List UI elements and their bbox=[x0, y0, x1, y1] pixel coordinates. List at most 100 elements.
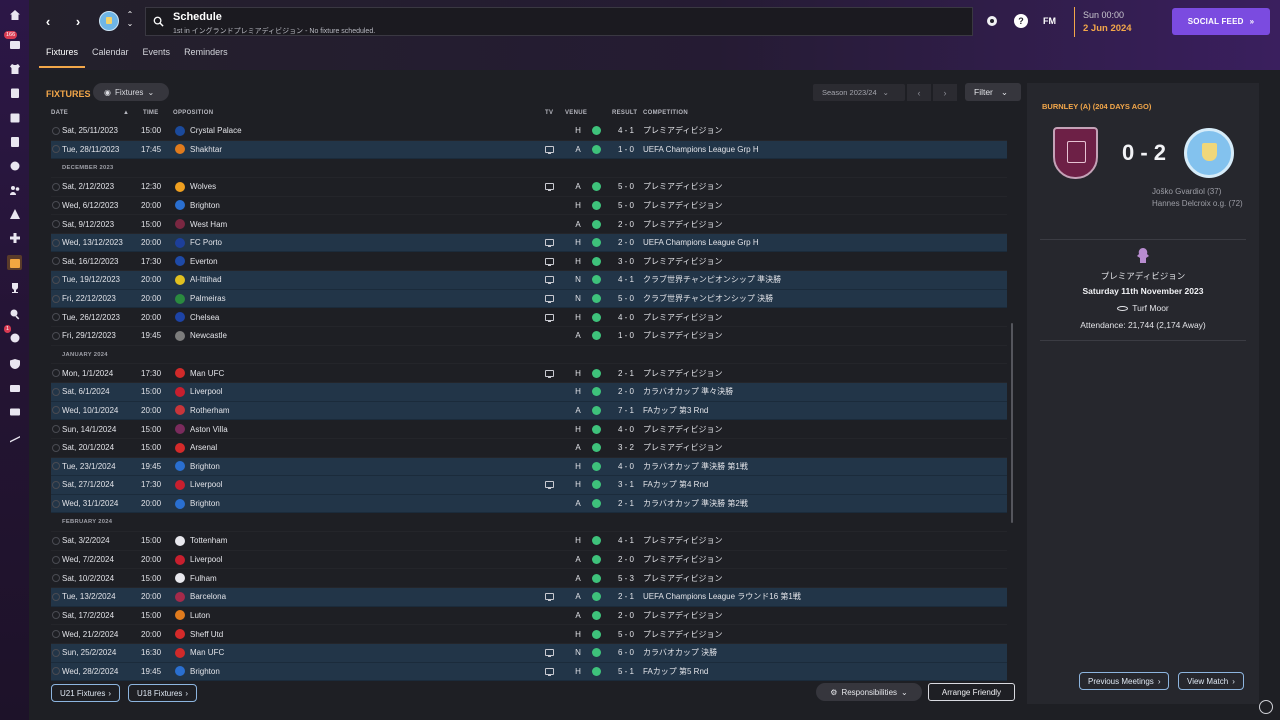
fixture-row[interactable]: Fri, 29/12/2023 19:45 Newcastle A 1 - 0 プレミアデ… bbox=[51, 327, 1007, 346]
opponent-name[interactable]: Man UFC bbox=[190, 369, 224, 378]
sort-arrow-icon[interactable]: ▲ bbox=[123, 110, 129, 116]
fixture-competition[interactable]: カラバオカップ 準決勝 第2戦 bbox=[643, 498, 748, 509]
opponent-name[interactable]: Liverpool bbox=[190, 480, 222, 489]
fixture-row[interactable]: Sat, 16/12/2023 17:30 Everton H 3 - 0 プレミアディビ… bbox=[51, 252, 1007, 272]
opponent-name[interactable]: Liverpool bbox=[190, 387, 222, 396]
row-select-circle[interactable] bbox=[52, 443, 60, 452]
opponent-name[interactable]: Chelsea bbox=[190, 313, 219, 322]
fixture-competition[interactable]: クラブ世界チャンピオンシップ 決勝 bbox=[643, 293, 773, 304]
fixture-competition[interactable]: クラブ世界チャンピオンシップ 準決勝 bbox=[643, 274, 781, 285]
fixture-result[interactable]: 2 - 1 bbox=[614, 592, 638, 601]
row-select-circle[interactable] bbox=[52, 182, 60, 191]
fixture-competition[interactable]: プレミアディビジョン bbox=[643, 554, 722, 565]
opponent-name[interactable]: Tottenham bbox=[190, 536, 227, 545]
fixture-row[interactable]: Tue, 19/12/2023 20:00 Al-Ittihad N 4 - 1 クラブ世… bbox=[51, 271, 1007, 290]
fixture-row[interactable]: Sat, 3/2/2024 15:00 Tottenham H 4 - 1 プレミアディビ… bbox=[51, 532, 1007, 551]
row-select-circle[interactable] bbox=[52, 555, 60, 564]
fixture-row[interactable]: Wed, 7/2/2024 20:00 Liverpool A 2 - 0 プレミアディビ… bbox=[51, 551, 1007, 570]
col-result[interactable]: RESULT bbox=[612, 110, 637, 116]
season-next-button[interactable]: › bbox=[933, 84, 957, 101]
fixture-result[interactable]: 5 - 0 bbox=[614, 201, 638, 210]
fixture-result[interactable]: 6 - 0 bbox=[614, 648, 638, 657]
row-select-circle[interactable] bbox=[52, 667, 60, 676]
social-feed-button[interactable]: SOCIAL FEED » bbox=[1172, 8, 1270, 35]
fixture-result[interactable]: 4 - 1 bbox=[614, 126, 638, 135]
clipboard-icon[interactable] bbox=[7, 85, 22, 100]
u21-fixtures-button[interactable]: U21 Fixtures › bbox=[51, 684, 121, 702]
finances-icon[interactable] bbox=[7, 380, 22, 395]
opponent-name[interactable]: Palmeiras bbox=[190, 294, 226, 303]
fixture-row[interactable]: Wed, 28/2/2024 19:45 Brighton H 5 - 1 FAカップ 第… bbox=[51, 662, 1007, 682]
fixture-competition[interactable]: カラバオカップ 準々決勝 bbox=[643, 386, 733, 397]
row-select-circle[interactable] bbox=[52, 220, 60, 229]
tab-events[interactable]: Events bbox=[136, 46, 178, 68]
club-switch-arrows-icon[interactable]: ⌃ ⌄ bbox=[124, 10, 136, 32]
col-tv[interactable]: TV bbox=[545, 110, 553, 116]
burnley-crest[interactable] bbox=[1053, 127, 1098, 179]
club-info-icon[interactable] bbox=[7, 356, 22, 371]
fixture-row[interactable]: Wed, 6/12/2023 20:00 Brighton H 5 - 0 プレミアディビ… bbox=[51, 197, 1007, 216]
world-icon[interactable] bbox=[985, 14, 999, 28]
fixture-row[interactable]: Sat, 9/12/2023 15:00 West Ham A 2 - 0 プレミアディビ… bbox=[51, 215, 1007, 234]
filter-button[interactable]: Filter ⌄ bbox=[965, 83, 1021, 101]
opponent-name[interactable]: FC Porto bbox=[190, 238, 222, 247]
opponent-name[interactable]: West Ham bbox=[190, 220, 227, 229]
fixture-result[interactable]: 5 - 0 bbox=[614, 294, 638, 303]
fixture-row[interactable]: Wed, 10/1/2024 20:00 Rotherham A 7 - 1 FAカップ … bbox=[51, 401, 1007, 421]
col-date[interactable]: DATE bbox=[51, 110, 68, 116]
staff-icon[interactable] bbox=[7, 182, 22, 197]
row-select-circle[interactable] bbox=[52, 406, 60, 415]
opponent-name[interactable]: Brighton bbox=[190, 201, 220, 210]
title-bar[interactable]: Schedule 1st in イングランドプレミアディビジョン - No fi… bbox=[145, 7, 973, 36]
col-time[interactable]: TIME bbox=[143, 110, 159, 116]
fixture-result[interactable]: 7 - 1 bbox=[614, 406, 638, 415]
fixture-competition[interactable]: プレミアディビジョン bbox=[643, 535, 722, 546]
fixture-row[interactable]: Wed, 13/12/2023 20:00 FC Porto H 2 - 0 UEFA C… bbox=[51, 233, 1007, 253]
fixture-competition[interactable]: プレミアディビジョン bbox=[643, 219, 722, 230]
fixture-competition[interactable]: プレミアディビジョン bbox=[643, 256, 722, 267]
fixture-competition[interactable]: UEFA Champions League Grp H bbox=[643, 145, 759, 154]
fixture-result[interactable]: 5 - 3 bbox=[614, 574, 638, 583]
fixture-result[interactable]: 3 - 2 bbox=[614, 443, 638, 452]
fixture-row[interactable]: Wed, 31/1/2024 20:00 Brighton A 2 - 1 カラバオカップ… bbox=[51, 494, 1007, 514]
row-select-circle[interactable] bbox=[52, 480, 60, 489]
fixture-competition[interactable]: プレミアディビジョン bbox=[643, 629, 722, 640]
row-select-circle[interactable] bbox=[52, 536, 60, 545]
fixture-competition[interactable]: UEFA Champions League ラウンド16 第1戦 bbox=[643, 591, 801, 602]
fixture-competition[interactable]: プレミアディビジョン bbox=[643, 125, 722, 136]
fixture-competition[interactable]: プレミアディビジョン bbox=[643, 442, 722, 453]
fixture-competition[interactable]: UEFA Champions League Grp H bbox=[643, 238, 759, 247]
fixture-result[interactable]: 2 - 0 bbox=[614, 611, 638, 620]
row-select-circle[interactable] bbox=[52, 126, 60, 135]
tab-fixtures[interactable]: Fixtures bbox=[39, 46, 86, 68]
fixture-result[interactable]: 2 - 1 bbox=[614, 369, 638, 378]
row-select-circle[interactable] bbox=[52, 611, 60, 620]
tab-reminders[interactable]: Reminders bbox=[177, 46, 235, 68]
opponent-name[interactable]: Al-Ittihad bbox=[190, 275, 222, 284]
fixture-result[interactable]: 2 - 0 bbox=[614, 220, 638, 229]
back-button[interactable]: ‹ bbox=[40, 12, 56, 30]
fixture-result[interactable]: 1 - 0 bbox=[614, 145, 638, 154]
fixture-competition[interactable]: FAカップ 第3 Rnd bbox=[643, 405, 708, 416]
row-select-circle[interactable] bbox=[52, 257, 60, 266]
fixture-row[interactable]: Sat, 6/1/2024 15:00 Liverpool H 2 - 0 カラバオカップ… bbox=[51, 382, 1007, 402]
fixture-row[interactable]: Sat, 10/2/2024 15:00 Fulham A 5 - 3 プレミアディビジョ… bbox=[51, 569, 1007, 589]
squad-shirt-icon[interactable] bbox=[7, 61, 22, 76]
fixture-row[interactable]: Mon, 1/1/2024 17:30 Man UFC H 2 - 1 プレミアディビジョ… bbox=[51, 364, 1007, 383]
view-dropdown[interactable]: ◉ Fixtures ⌄ bbox=[93, 83, 169, 101]
opponent-name[interactable]: Man UFC bbox=[190, 648, 224, 657]
status-ring-icon[interactable] bbox=[1259, 700, 1273, 714]
fixture-competition[interactable]: プレミアディビジョン bbox=[643, 368, 722, 379]
row-select-circle[interactable] bbox=[52, 294, 60, 303]
fixture-competition[interactable]: プレミアディビジョン bbox=[643, 312, 722, 323]
fixture-result[interactable]: 4 - 1 bbox=[614, 536, 638, 545]
tactics-icon[interactable] bbox=[7, 110, 22, 125]
home-icon[interactable] bbox=[7, 7, 22, 22]
fixture-result[interactable]: 4 - 0 bbox=[614, 462, 638, 471]
inbox-icon[interactable] bbox=[7, 37, 22, 52]
u18-fixtures-button[interactable]: U18 Fixtures › bbox=[128, 684, 198, 702]
row-select-circle[interactable] bbox=[52, 238, 60, 247]
fixture-result[interactable]: 3 - 0 bbox=[614, 257, 638, 266]
report-icon[interactable] bbox=[7, 430, 22, 445]
trophy-icon[interactable] bbox=[7, 280, 22, 295]
